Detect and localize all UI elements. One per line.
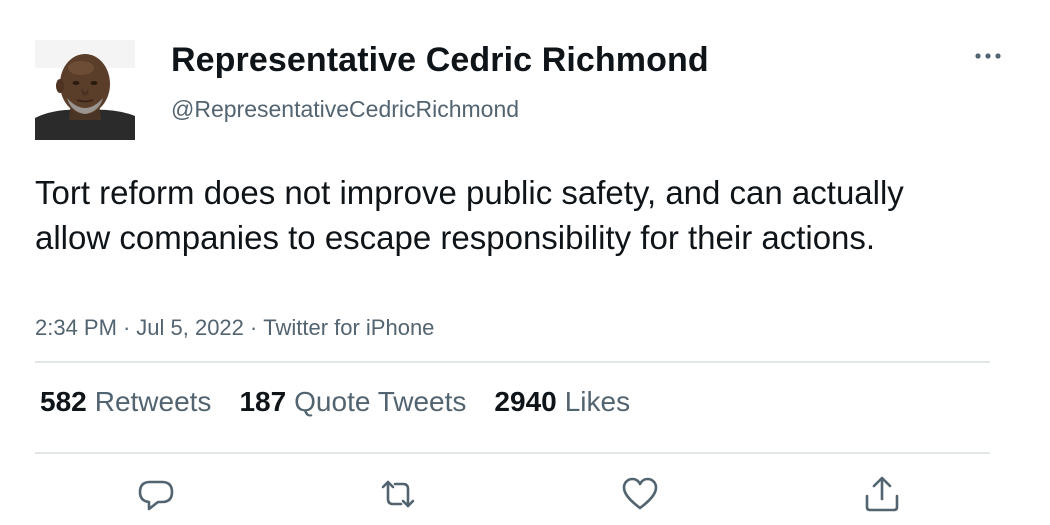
quote-tweets-label: Quote Tweets (294, 386, 467, 417)
share-icon (865, 476, 899, 512)
tweet-meta: 2:34 PM · Jul 5, 2022 · Twitter for iPhone (35, 315, 434, 341)
retweets-stat[interactable]: 582 Retweets (40, 386, 211, 418)
quote-tweets-stat[interactable]: 187 Quote Tweets (239, 386, 466, 418)
reply-icon (138, 480, 174, 511)
engagement-stats: 582 Retweets 187 Quote Tweets 2940 Likes (40, 386, 658, 418)
retweets-count: 582 (40, 386, 87, 417)
meta-separator: · (122, 315, 131, 340)
likes-stat[interactable]: 2940 Likes (494, 386, 630, 418)
tweet-text: Tort reform does not improve public safe… (35, 174, 904, 256)
quote-tweets-count: 187 (239, 386, 287, 417)
avatar-image (35, 40, 135, 140)
meta-separator: · (249, 315, 258, 340)
likes-label: Likes (564, 386, 631, 417)
tweet-time[interactable]: 2:34 PM (35, 315, 117, 340)
divider (35, 361, 990, 363)
retweets-label: Retweets (94, 386, 212, 417)
more-options-button[interactable] (970, 44, 1006, 68)
author-handle[interactable]: @RepresentativeCedricRichmond (171, 96, 519, 123)
tweet-source[interactable]: Twitter for iPhone (263, 315, 434, 340)
like-button[interactable] (620, 474, 660, 514)
tweet-date[interactable]: Jul 5, 2022 (136, 315, 244, 340)
avatar[interactable] (35, 40, 135, 140)
like-icon (622, 477, 658, 510)
author-display-name[interactable]: Representative Cedric Richmond (171, 41, 709, 80)
likes-count: 2940 (494, 386, 557, 417)
share-button[interactable] (862, 474, 902, 514)
tweet-card: Representative Cedric Richmond @Represen… (0, 0, 1050, 525)
more-icon (975, 53, 1001, 59)
reply-button[interactable] (136, 474, 176, 514)
retweet-icon (381, 480, 415, 508)
divider (35, 452, 990, 454)
retweet-button[interactable] (378, 474, 418, 514)
